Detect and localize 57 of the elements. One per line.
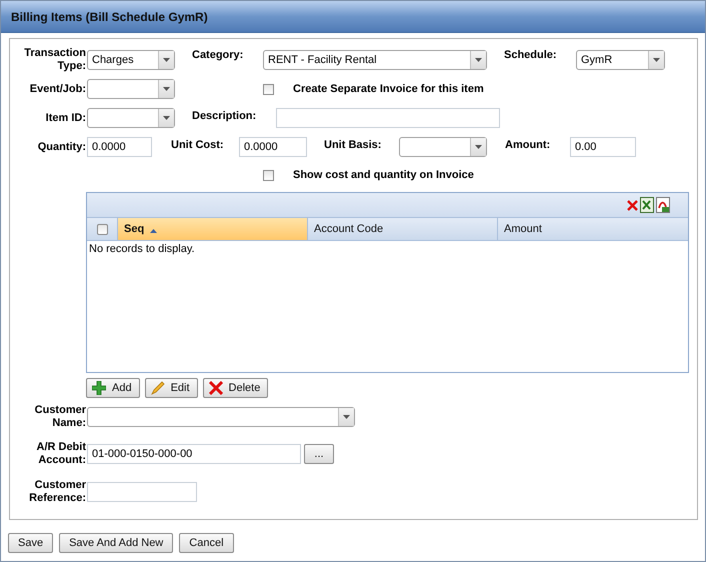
dropdown-arrow-icon — [475, 58, 482, 62]
field-label: Transaction Type: — [23, 47, 86, 73]
field-label: Unit Cost: — [171, 138, 225, 151]
account-field[interactable]: 01-000-0150-000-00 — [87, 444, 301, 464]
sort-ascending-icon — [150, 228, 158, 232]
unit-basis-dropdown[interactable] — [399, 137, 487, 157]
amount-field[interactable]: 0.00 — [570, 137, 636, 157]
pdf-export-icon[interactable] — [656, 197, 670, 213]
select-all-checkbox[interactable] — [96, 224, 108, 234]
description-field[interactable] — [276, 108, 500, 128]
customer-reference-field[interactable] — [87, 482, 197, 502]
item-id-dropdown[interactable] — [87, 108, 175, 128]
add-button[interactable]: Add — [86, 378, 140, 398]
footer-button[interactable]: Save — [8, 533, 54, 553]
delete-button[interactable]: Delete — [202, 378, 268, 398]
column-header[interactable]: Amount — [498, 218, 688, 240]
field-label: Unit Basis: — [324, 138, 382, 151]
dropdown-arrow-icon — [163, 116, 170, 120]
column-header[interactable]: Seq — [118, 218, 308, 240]
edit-button[interactable]: Edit — [144, 378, 198, 398]
spreadsheet-export-icon[interactable] — [640, 197, 654, 213]
customer-name-dropdown[interactable] — [87, 407, 355, 427]
transaction-type-dropdown[interactable]: Charges — [87, 50, 175, 70]
field-label: Customer Reference: — [28, 479, 86, 505]
dropdown-arrow-icon — [163, 87, 170, 91]
empty-message: No records to display. — [89, 243, 195, 255]
window-title: Billing Items (Bill Schedule GymR) — [11, 10, 208, 24]
pencil-icon — [150, 381, 165, 395]
field-label: Category: — [192, 48, 244, 61]
delete-icon[interactable] — [627, 200, 638, 210]
field-label: Customer Name: — [34, 404, 86, 430]
field-label: Amount: — [505, 138, 552, 151]
delete-icon — [208, 381, 223, 395]
field-label: Quantity: — [36, 140, 86, 154]
column-header[interactable]: Account Code — [308, 218, 498, 240]
field-label: Schedule: — [504, 48, 558, 61]
category-dropdown[interactable]: RENT - Facility Rental — [263, 50, 487, 70]
quantity-field[interactable]: 0.0000 — [87, 137, 152, 157]
footer-button[interactable]: Save And Add New — [59, 533, 174, 553]
dropdown-arrow-icon — [163, 58, 170, 62]
footer-button[interactable]: Cancel — [179, 533, 234, 553]
checkbox-label: Show cost and quantity on Invoice — [293, 169, 474, 181]
event-job-dropdown[interactable] — [87, 79, 175, 99]
field-label: A/R Debit Account: — [36, 441, 86, 467]
checkbox-label: Create Separate Invoice for this item — [293, 83, 484, 95]
dropdown-arrow-icon — [653, 58, 660, 62]
field-label: Event/Job: — [28, 82, 86, 96]
checkbox[interactable] — [263, 84, 274, 94]
dropdown-arrow-icon — [343, 415, 350, 419]
field-label: Description: — [192, 109, 258, 122]
browse-button[interactable]: ... — [304, 444, 334, 464]
unit-cost-field[interactable]: 0.0000 — [239, 137, 307, 157]
plus-icon — [92, 381, 106, 395]
checkbox[interactable] — [263, 170, 274, 180]
field-label: Item ID: — [44, 112, 86, 124]
dropdown-arrow-icon — [475, 145, 482, 149]
schedule-dropdown[interactable]: GymR — [576, 50, 665, 70]
